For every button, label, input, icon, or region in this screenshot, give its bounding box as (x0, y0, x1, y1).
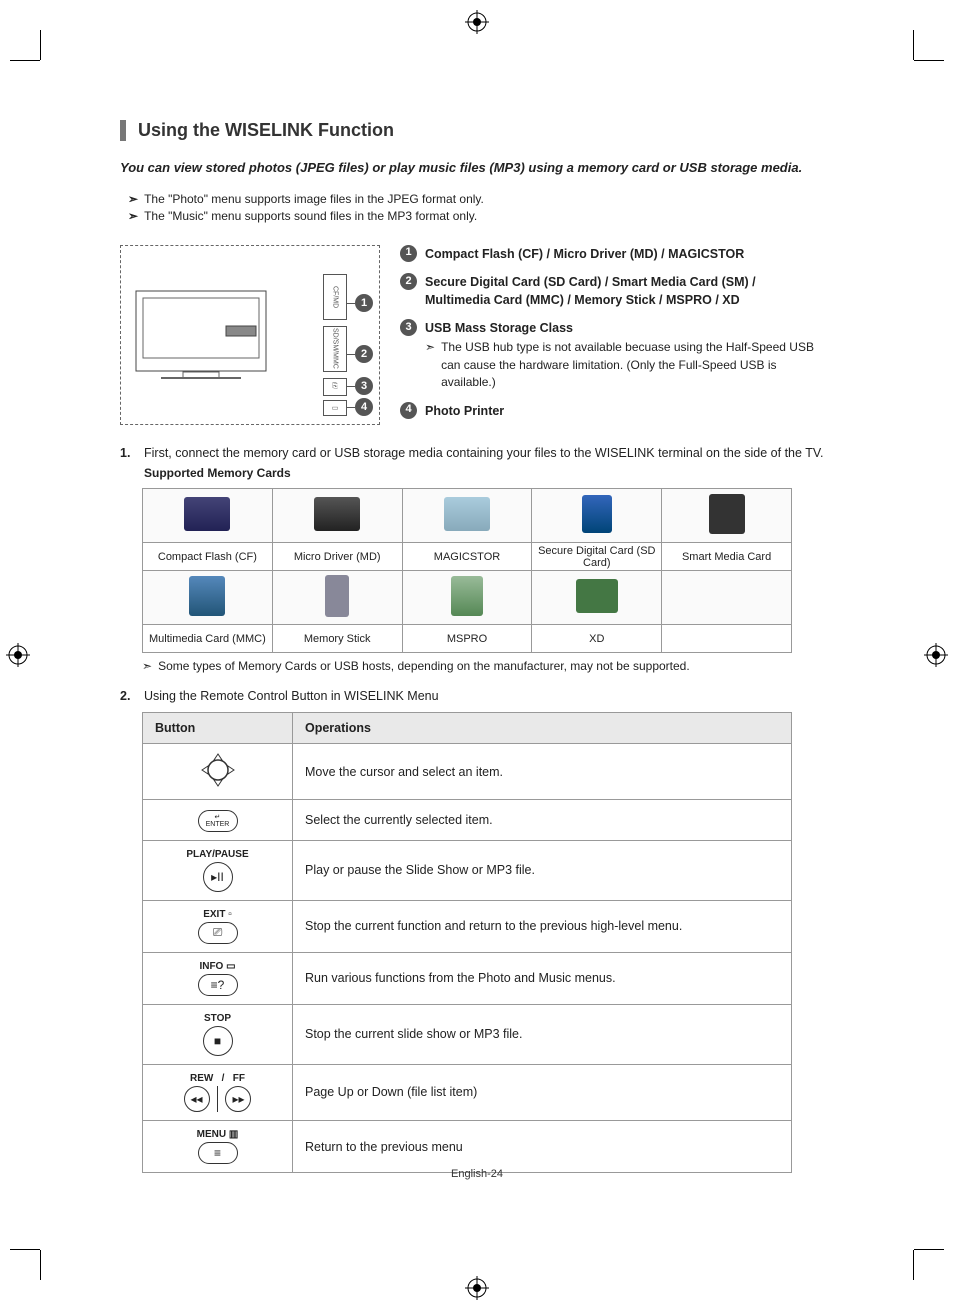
op-text: Play or pause the Slide Show or MP3 file… (293, 840, 792, 900)
step-2-number: 2. (120, 687, 136, 706)
registration-mark-icon (465, 10, 489, 34)
registration-mark-icon (465, 1276, 489, 1300)
callout-4-icon: 4 (400, 402, 417, 419)
page-title: Using the WISELINK Function (120, 120, 824, 141)
button-label: EXIT ▫ (155, 909, 280, 920)
button-label: MENU ▥ (155, 1129, 280, 1140)
intro-text: You can view stored photos (JPEG files) … (120, 159, 824, 178)
xd-icon (576, 579, 618, 613)
port-3-label: USB Mass Storage Class (425, 319, 573, 337)
card-caption: Smart Media Card (662, 543, 792, 571)
op-text: Run various functions from the Photo and… (293, 952, 792, 1004)
step-1-number: 1. (120, 444, 136, 483)
card-caption: XD (532, 625, 662, 653)
dpad-icon (200, 752, 236, 788)
compact-flash-icon (184, 497, 230, 531)
card-caption: Multimedia Card (MMC) (143, 625, 273, 653)
button-label: STOP (155, 1013, 280, 1024)
op-text: Return to the previous menu (293, 1121, 792, 1173)
arrow-icon: ➣ (128, 209, 138, 223)
op-text: Stop the current slide show or MP3 file. (293, 1004, 792, 1064)
button-header: Button (143, 713, 293, 744)
tv-diagram: CF/MD SD/SM/MMC ⎘ ▭ 1 2 3 4 (120, 245, 380, 425)
sd-card-icon (582, 495, 612, 533)
smart-media-icon (709, 494, 745, 534)
op-text: Stop the current function and return to … (293, 900, 792, 952)
cards-note: Some types of Memory Cards or USB hosts,… (158, 659, 690, 673)
stop-icon: ■ (203, 1026, 233, 1056)
callout-2-icon: 2 (400, 273, 417, 290)
arrow-icon: ➣ (142, 659, 152, 673)
bullet-text: The "Music" menu supports sound files in… (144, 209, 477, 223)
exit-icon: ⎚ (198, 922, 238, 944)
registration-mark-icon (924, 643, 948, 667)
memory-cards-table: Compact Flash (CF) Micro Driver (MD) MAG… (142, 488, 792, 653)
operations-header: Operations (293, 713, 792, 744)
card-caption: Micro Driver (MD) (272, 543, 402, 571)
memory-stick-icon (325, 575, 349, 617)
card-caption: MSPRO (402, 625, 532, 653)
button-label: PLAY/PAUSE (155, 849, 280, 860)
enter-icon: ↵ENTER (198, 810, 238, 832)
port-3-sub: The USB hub type is not available becuas… (441, 339, 824, 391)
card-caption: Compact Flash (CF) (143, 543, 273, 571)
callout-1-icon: 1 (400, 245, 417, 262)
port-1-label: Compact Flash (CF) / Micro Driver (MD) /… (425, 245, 744, 263)
arrow-icon: ➣ (425, 339, 435, 391)
op-text: Move the cursor and select an item. (293, 744, 792, 800)
magicstor-icon (444, 497, 490, 531)
bullet-item: ➣ The "Photo" menu supports image files … (128, 192, 824, 206)
rew-icon: ◂◂ (184, 1086, 210, 1112)
mmc-icon (189, 576, 225, 616)
card-caption: Memory Stick (272, 625, 402, 653)
step-2-text: Using the Remote Control Button in WISEL… (144, 689, 439, 703)
ff-icon: ▸▸ (225, 1086, 251, 1112)
supported-cards-heading: Supported Memory Cards (144, 464, 824, 482)
step-1-text: First, connect the memory card or USB st… (144, 446, 824, 460)
page-footer: English-24 (0, 1168, 954, 1180)
card-caption (662, 625, 792, 653)
op-text: Select the currently selected item. (293, 800, 792, 841)
menu-icon: ≡ (198, 1142, 238, 1164)
arrow-icon: ➣ (128, 192, 138, 206)
port-2-label: Secure Digital Card (SD Card) / Smart Me… (425, 273, 824, 309)
microdrive-icon (314, 497, 360, 531)
callout-3-icon: 3 (400, 319, 417, 336)
op-text: Page Up or Down (file list item) (293, 1064, 792, 1121)
bullet-item: ➣ The "Music" menu supports sound files … (128, 209, 824, 223)
port-descriptions: 1 Compact Flash (CF) / Micro Driver (MD)… (400, 245, 824, 430)
button-label: REW / FF (155, 1073, 280, 1084)
bullet-text: The "Photo" menu supports image files in… (144, 192, 484, 206)
play-pause-icon: ▸II (203, 862, 233, 892)
info-icon: ≡? (198, 974, 238, 996)
card-caption: Secure Digital Card (SD Card) (532, 543, 662, 571)
button-label: INFO ▭ (155, 961, 280, 972)
operations-table: Button Operations Move the cursor and se… (142, 712, 792, 1173)
registration-mark-icon (6, 643, 30, 667)
port-4-label: Photo Printer (425, 402, 504, 420)
card-caption: MAGICSTOR (402, 543, 532, 571)
mspro-icon (451, 576, 483, 616)
